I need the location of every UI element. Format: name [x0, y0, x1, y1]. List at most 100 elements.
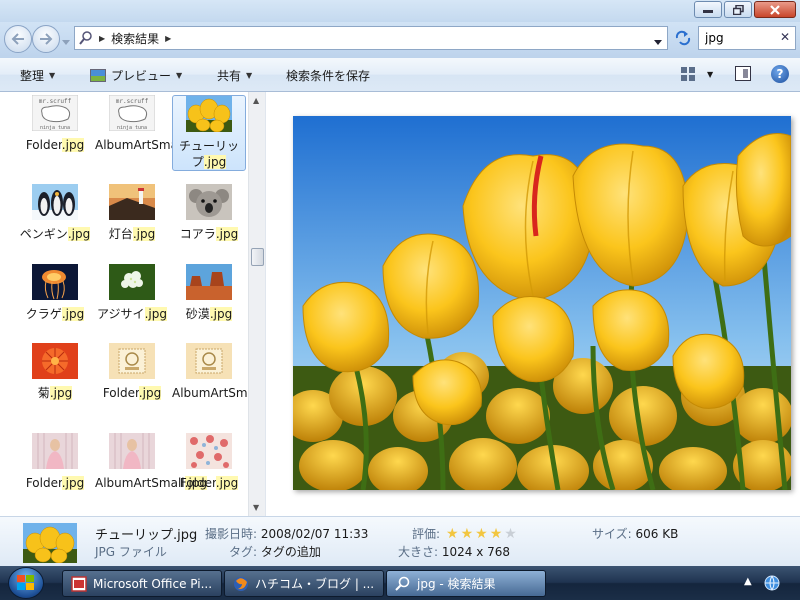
size-label: サイズ:: [592, 527, 632, 541]
file-item[interactable]: コアラ.jpg: [172, 184, 246, 242]
taskbar-item-office-picture[interactable]: Microsoft Office Pi...: [62, 570, 222, 597]
picture-icon: [90, 69, 106, 82]
file-grid: mr.scruff ninja tuna Folder.jpg mr.scruff ni…: [0, 92, 248, 516]
file-item[interactable]: チューリップ.jpg: [172, 95, 246, 171]
file-item[interactable]: アジサイ.jpg: [95, 264, 169, 322]
file-extension: .jpg: [209, 307, 233, 321]
start-button[interactable]: [8, 567, 44, 599]
help-icon[interactable]: ?: [771, 65, 789, 83]
organize-label: 整理: [20, 69, 45, 83]
windows-logo-icon: [17, 575, 34, 590]
file-name: AlbumArtSmall.jpg: [95, 137, 208, 153]
restore-button[interactable]: [724, 1, 752, 18]
file-name: AlbumArtSmall.jpg: [172, 385, 248, 401]
star-icon[interactable]: ★: [504, 527, 517, 541]
address-bar[interactable]: ▶ 検索結果 ▶: [74, 26, 668, 50]
detail-dimensions: 大きさ: 1024 x 768: [398, 543, 510, 560]
detail-rating[interactable]: 評価: ★ ★ ★ ★ ★: [412, 525, 517, 542]
file-item[interactable]: Folder.jpg: [95, 343, 169, 401]
minimize-button[interactable]: [694, 1, 722, 18]
star-icon[interactable]: ★: [461, 527, 474, 541]
detail-tags[interactable]: タグ: タグの追加: [229, 543, 321, 560]
taskbar-item-firefox[interactable]: ハチコム・ブログ | ...: [224, 570, 384, 597]
tags-label: タグ:: [229, 545, 258, 559]
organize-menu[interactable]: 整理 ▼: [20, 67, 55, 84]
file-name: 灯台.jpg: [95, 226, 169, 242]
taskbar-item-label: ハチコム・ブログ | ...: [255, 577, 375, 591]
file-item[interactable]: ペンギン.jpg: [18, 184, 92, 242]
file-extension: .jpg: [67, 227, 91, 241]
file-item[interactable]: AlbumArtSmall.jpg: [95, 433, 208, 491]
arrow-right-icon: [40, 33, 53, 45]
file-item[interactable]: Folder.jpg: [18, 433, 92, 491]
back-button[interactable]: [4, 25, 32, 53]
close-button[interactable]: [754, 1, 796, 18]
dimensions-value: 1024 x 768: [441, 545, 511, 559]
file-name: 砂漠.jpg: [172, 306, 246, 322]
refresh-icon: [675, 30, 691, 46]
detail-filename: チューリップ.jpg: [95, 528, 198, 543]
preview-menu[interactable]: プレビュー ▼: [90, 67, 182, 84]
tags-value[interactable]: タグの追加: [261, 545, 321, 559]
file-extension: .jpg: [203, 155, 227, 169]
office-picture-icon: [71, 575, 87, 592]
forward-button[interactable]: [32, 25, 60, 53]
star-icon[interactable]: ★: [475, 527, 488, 541]
arrow-left-icon: [11, 33, 24, 45]
network-icon[interactable]: [763, 574, 781, 592]
breadcrumb-search-results[interactable]: 検索結果: [111, 30, 159, 47]
thumbnail-mrscruff: mr.scruff ninja tuna: [108, 94, 156, 132]
preview-pane-toggle-icon[interactable]: [735, 66, 751, 81]
file-basename: Folder: [102, 386, 139, 400]
breadcrumb-separator-icon[interactable]: ▶: [99, 34, 105, 43]
scrollbar-thumb[interactable]: [251, 248, 264, 266]
file-extension: .jpg: [215, 227, 239, 241]
file-extension: .jpg: [138, 386, 162, 400]
clear-search-icon[interactable]: ✕: [780, 30, 790, 44]
star-icon[interactable]: ★: [490, 527, 503, 541]
file-item[interactable]: 灯台.jpg: [95, 184, 169, 242]
search-folder-icon: [395, 576, 410, 591]
file-basename: Folder: [179, 476, 216, 490]
star-icon[interactable]: ★: [446, 527, 459, 541]
file-item[interactable]: 砂漠.jpg: [172, 264, 246, 322]
file-item[interactable]: クラゲ.jpg: [18, 264, 92, 322]
file-item[interactable]: Folder.jpg: [172, 433, 246, 491]
rating-stars[interactable]: ★ ★ ★ ★ ★: [446, 527, 517, 541]
file-item[interactable]: mr.scruff ninja tuna AlbumArtSmall.jpg: [95, 94, 208, 153]
thumbnail-jellyfish: [32, 264, 78, 300]
taskbar-item-search-results[interactable]: jpg - 検索結果: [386, 570, 546, 597]
search-box[interactable]: ✕: [698, 26, 796, 50]
recent-pages-dropdown[interactable]: [62, 34, 70, 48]
share-menu[interactable]: 共有 ▼: [217, 67, 252, 84]
file-basename: ペンギン: [19, 227, 68, 241]
firefox-icon: [234, 576, 248, 591]
address-history-dropdown[interactable]: [654, 34, 662, 48]
file-extension: .jpg: [61, 307, 85, 321]
thumbnail-lighthouse: [109, 184, 155, 220]
file-name: Folder.jpg: [172, 475, 246, 491]
file-basename: 灯台: [108, 227, 133, 241]
file-extension: .jpg: [215, 476, 239, 490]
grid-scrollbar[interactable]: ▲ ▼: [248, 92, 265, 516]
views-button[interactable]: ▼: [681, 67, 713, 81]
refresh-button[interactable]: [670, 26, 696, 50]
file-extension: .jpg: [61, 138, 85, 152]
search-input[interactable]: [705, 31, 777, 45]
view-grid-icon: [681, 67, 695, 81]
file-basename: コアラ: [179, 227, 216, 241]
scroll-up-icon[interactable]: ▲: [253, 96, 259, 105]
scroll-down-icon[interactable]: ▼: [253, 503, 259, 512]
file-item[interactable]: 菊.jpg: [18, 343, 92, 401]
file-item[interactable]: AlbumArtSmall.jpg: [172, 343, 248, 401]
file-name: Folder.jpg: [18, 475, 92, 491]
save-search-button[interactable]: 検索条件を保存: [286, 67, 370, 84]
thumbnail-hydrangea: [109, 264, 155, 300]
file-item[interactable]: mr.scruff ninja tuna Folder.jpg: [18, 94, 92, 153]
tray-expand-icon[interactable]: ▲: [744, 576, 752, 587]
thumbnail-mrscruff: mr.scruff ninja tuna: [31, 94, 79, 132]
breadcrumb-separator-icon[interactable]: ▶: [165, 34, 171, 43]
thumbnail-penguins: [32, 184, 78, 220]
file-name: クラゲ.jpg: [18, 306, 92, 322]
preview-label: プレビュー: [111, 69, 172, 83]
